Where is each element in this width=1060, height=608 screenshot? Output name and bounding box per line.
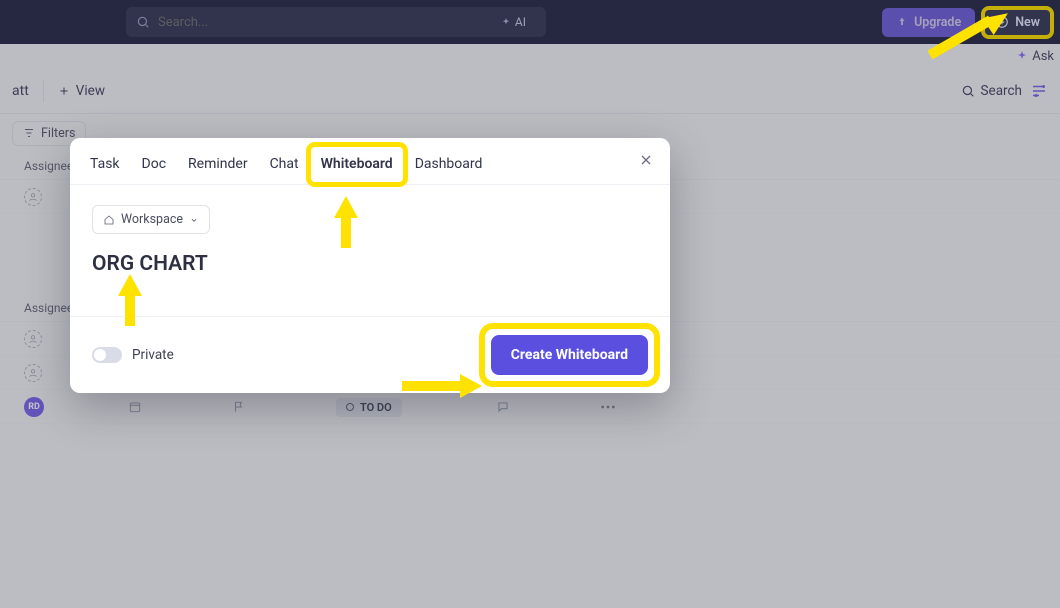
- tab-whiteboard[interactable]: Whiteboard: [321, 150, 393, 186]
- workspace-selector[interactable]: Workspace: [92, 205, 210, 234]
- modal-footer: Private Create Whiteboard: [70, 316, 670, 393]
- tab-reminder[interactable]: Reminder: [188, 150, 248, 184]
- whiteboard-title-input[interactable]: [92, 252, 648, 276]
- close-button[interactable]: [638, 152, 654, 172]
- private-toggle[interactable]: [92, 347, 122, 363]
- create-item-modal: Task Doc Reminder Chat Whiteboard Dashbo…: [70, 138, 670, 393]
- private-label: Private: [132, 347, 174, 363]
- close-icon: [638, 152, 654, 168]
- modal-body: Workspace: [70, 185, 670, 316]
- home-icon: [103, 214, 115, 226]
- modal-tabs: Task Doc Reminder Chat Whiteboard Dashbo…: [70, 138, 670, 185]
- tab-task[interactable]: Task: [90, 150, 120, 184]
- create-whiteboard-button[interactable]: Create Whiteboard: [491, 335, 648, 375]
- tab-doc[interactable]: Doc: [142, 150, 167, 184]
- create-button-label: Create Whiteboard: [511, 347, 628, 363]
- chevron-down-icon: [189, 215, 199, 225]
- workspace-label: Workspace: [121, 212, 183, 227]
- tab-chat[interactable]: Chat: [270, 150, 299, 184]
- tab-dashboard[interactable]: Dashboard: [415, 150, 483, 184]
